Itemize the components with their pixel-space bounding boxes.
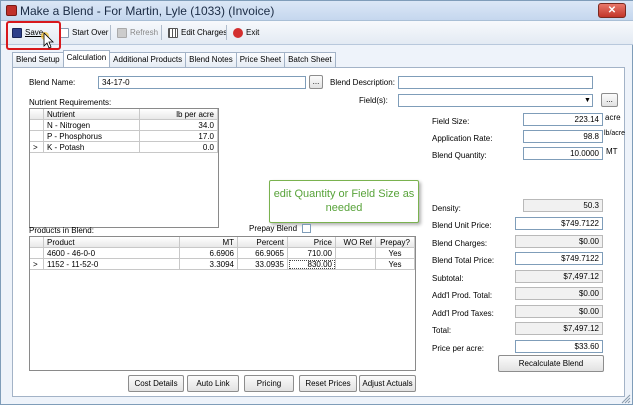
percent-column-header: Percent [238, 237, 288, 248]
addl-prod-total-label: Add'l Prod. Total: [432, 291, 493, 300]
start-over-label: Start Over [72, 28, 109, 37]
chevron-down-icon: ▼ [584, 97, 591, 104]
wo-ref-column-header: WO Ref [336, 237, 376, 248]
prepay-column-header: Prepay? [376, 237, 415, 248]
cost-details-button[interactable]: Cost Details [128, 375, 184, 392]
pricing-button[interactable]: Pricing [244, 375, 294, 392]
price-cell-editing[interactable]: 830.00 [288, 259, 336, 270]
app-icon [6, 5, 17, 16]
blend-unit-price-input[interactable]: $749.7122 [515, 217, 603, 230]
auto-link-button[interactable]: Auto Link [187, 375, 239, 392]
products-in-blend-label: Products in Blend: [29, 226, 94, 235]
addl-prod-total-value: $0.00 [515, 287, 603, 300]
exit-icon [233, 27, 243, 38]
density-value: 50.3 [523, 199, 603, 212]
subtotal-value: $7,497.12 [515, 270, 603, 283]
blend-charges-value: $0.00 [515, 235, 603, 248]
start-over-button[interactable]: Start Over [56, 24, 111, 41]
blend-total-price-label: Blend Total Price: [432, 256, 495, 265]
blend-quantity-label: Blend Quantity: [432, 151, 487, 160]
tab-blend-notes[interactable]: Blend Notes [185, 52, 237, 67]
refresh-button[interactable]: Refresh [114, 24, 161, 41]
tab-additional-products[interactable]: Additional Products [109, 52, 187, 67]
prepay-blend-label: Prepay Blend [249, 224, 298, 233]
products-grid: Product MT Percent Price WO Ref Prepay? … [29, 236, 416, 371]
exit-button[interactable]: Exit [230, 24, 262, 41]
edit-charges-button[interactable]: Edit Charges [165, 24, 230, 41]
application-rate-unit: lb/acre [604, 130, 626, 137]
blend-quantity-input[interactable]: 10.0000 [523, 147, 603, 160]
fields-browse-button[interactable]: ... [601, 93, 618, 107]
adjust-actuals-button[interactable]: Adjust Actuals [359, 375, 416, 392]
close-button[interactable]: ✕ [598, 3, 626, 18]
mouse-cursor-icon [41, 32, 54, 49]
field-size-unit: acre [605, 113, 621, 122]
calculation-panel: Blend Name: 34-17-0 ... Blend Descriptio… [12, 67, 625, 397]
tab-calculation[interactable]: Calculation [62, 50, 111, 67]
blend-description-field[interactable] [398, 76, 593, 89]
blend-unit-price-label: Blend Unit Price: [432, 221, 492, 230]
instruction-callout: edit Quantity or Field Size as needed [269, 180, 419, 223]
blend-total-price-input[interactable]: $749.7122 [515, 252, 603, 265]
edit-charges-label: Edit Charges [181, 28, 228, 37]
density-label: Density: [432, 204, 461, 213]
window: Make a Blend - For Martin, Lyle (1033) (… [0, 0, 633, 405]
fields-label: Field(s): [359, 96, 388, 105]
total-value: $7,497.12 [515, 322, 603, 335]
exit-label: Exit [246, 28, 260, 37]
fields-dropdown[interactable] [398, 94, 593, 107]
grid-icon [168, 27, 178, 38]
toolbar-separator [110, 25, 111, 40]
price-column-header: Price [288, 237, 336, 248]
mt-column-header: MT [180, 237, 238, 248]
application-rate-label: Application Rate: [432, 134, 493, 143]
tab-batch-sheet[interactable]: Batch Sheet [284, 52, 336, 67]
recalculate-blend-button[interactable]: Recalculate Blend [498, 355, 604, 372]
total-label: Total: [432, 326, 452, 335]
tab-strip: Blend Setup Calculation Additional Produ… [12, 50, 336, 67]
tab-blend-setup[interactable]: Blend Setup [12, 52, 64, 67]
toolbar-separator [161, 25, 162, 40]
subtotal-label: Subtotal: [432, 274, 464, 283]
reset-prices-button[interactable]: Reset Prices [299, 375, 357, 392]
blend-name-field[interactable]: 34-17-0 [98, 76, 306, 89]
toolbar: Save Start Over Refresh Edit Charges Exi… [1, 21, 633, 45]
prepay-blend-checkbox[interactable] [302, 224, 311, 233]
window-title: Make a Blend - For Martin, Lyle (1033) (… [20, 4, 275, 18]
refresh-icon [117, 27, 127, 38]
blend-quantity-unit: MT [606, 147, 618, 156]
blend-name-label: Blend Name: [29, 78, 76, 87]
field-size-input[interactable]: 223.14 [523, 113, 603, 126]
addl-prod-taxes-label: Add'l Prod Taxes: [432, 309, 494, 318]
blend-description-label: Blend Description: [330, 78, 395, 87]
blend-charges-label: Blend Charges: [432, 239, 488, 248]
refresh-label: Refresh [130, 28, 159, 37]
tab-price-sheet[interactable]: Price Sheet [235, 52, 286, 67]
nutrient-requirements-label: Nutrient Requirements: [29, 98, 112, 107]
price-per-acre-label: Price per acre: [432, 344, 485, 353]
application-rate-input[interactable]: 98.8 [523, 130, 603, 143]
resize-grip-icon[interactable] [619, 392, 631, 404]
addl-prod-taxes-value: $0.00 [515, 305, 603, 318]
nutrient-column-header: Nutrient [44, 109, 140, 120]
lb-per-acre-column-header: lb per acre [140, 109, 218, 120]
product-column-header: Product [44, 237, 180, 248]
blend-name-browse-button[interactable]: ... [309, 75, 323, 89]
nutrient-grid: Nutrient lb per acre N - Nitrogen 34.0 P… [29, 108, 219, 228]
price-per-acre-input[interactable]: $33.60 [515, 340, 603, 353]
title-bar: Make a Blend - For Martin, Lyle (1033) (… [1, 1, 633, 21]
field-size-label: Field Size: [432, 117, 470, 126]
toolbar-separator [226, 25, 227, 40]
